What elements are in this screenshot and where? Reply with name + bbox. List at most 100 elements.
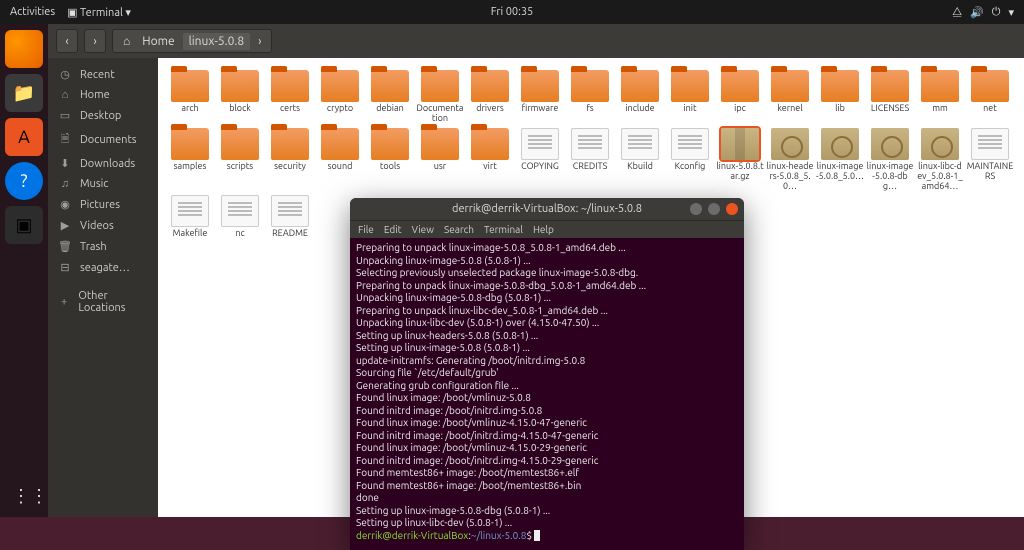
txt-icon xyxy=(671,128,709,160)
caret-down-icon[interactable]: ▾ xyxy=(1008,6,1014,19)
deb-icon xyxy=(871,128,909,160)
home-icon[interactable]: ⌂ xyxy=(119,34,134,48)
menu-view[interactable]: View xyxy=(412,224,434,235)
menu-edit[interactable]: Edit xyxy=(384,224,402,235)
file-item[interactable]: sound xyxy=(316,128,364,192)
menu-help[interactable]: Help xyxy=(533,224,554,235)
file-item[interactable]: samples xyxy=(166,128,214,192)
breadcrumb-current[interactable]: linux-5.0.8 xyxy=(183,33,250,50)
file-item[interactable]: tools xyxy=(366,128,414,192)
file-item[interactable]: linux-5.0.8.tar.gz xyxy=(716,128,764,192)
txt-icon xyxy=(621,128,659,160)
file-item[interactable]: mm xyxy=(916,70,964,124)
file-label: crypto xyxy=(327,104,353,114)
file-item[interactable]: Documentation xyxy=(416,70,464,124)
file-item[interactable]: arch xyxy=(166,70,214,124)
file-item[interactable]: MAINTAINERS xyxy=(966,128,1014,192)
file-item[interactable]: linux-headers-5.0.8_5.0… xyxy=(766,128,814,192)
sidebar-item-trash[interactable]: 🗑Trash xyxy=(48,236,158,257)
file-item[interactable]: net xyxy=(966,70,1014,124)
clock[interactable]: Fri 00:35 xyxy=(491,6,533,18)
file-item[interactable]: linux-libc-dev_5.0.8-1_amd64… xyxy=(916,128,964,192)
file-item[interactable]: include xyxy=(616,70,664,124)
sidebar-item-pictures[interactable]: ◉Pictures xyxy=(48,194,158,215)
file-item[interactable]: crypto xyxy=(316,70,364,124)
folder-icon xyxy=(271,128,309,160)
window-close-button[interactable] xyxy=(726,203,738,215)
file-label: net xyxy=(983,104,997,114)
file-item[interactable]: Kconfig xyxy=(666,128,714,192)
file-label: Kconfig xyxy=(675,162,706,172)
menu-search[interactable]: Search xyxy=(444,224,474,235)
folder-icon xyxy=(821,70,859,102)
folder-icon xyxy=(771,70,809,102)
sidebar-item-recent[interactable]: ◷Recent xyxy=(48,64,158,85)
file-item[interactable]: README xyxy=(266,195,314,239)
breadcrumb-home[interactable]: Home xyxy=(138,35,178,48)
file-item[interactable]: CREDITS xyxy=(566,128,614,192)
power-icon[interactable]: ⏻ xyxy=(992,6,1001,19)
file-item[interactable]: security xyxy=(266,128,314,192)
file-item[interactable]: certs xyxy=(266,70,314,124)
dock-firefox[interactable] xyxy=(5,30,43,68)
file-item[interactable]: linux-image-5.0.8-dbg… xyxy=(866,128,914,192)
txt-icon xyxy=(521,128,559,160)
file-item[interactable]: debian xyxy=(366,70,414,124)
file-item[interactable]: firmware xyxy=(516,70,564,124)
sidebar-other-locations[interactable]: + Other Locations xyxy=(48,286,158,318)
sidebar-item-desktop[interactable]: ▭Desktop xyxy=(48,105,158,126)
file-item[interactable]: linux-image-5.0.8_5.0… xyxy=(816,128,864,192)
file-item[interactable]: virt xyxy=(466,128,514,192)
file-item[interactable]: nc xyxy=(216,195,264,239)
gnome-topbar: Activities ▣ Terminal ▾ Fri 00:35 ⧋ 🔊 ⏻ … xyxy=(0,0,1024,24)
file-item[interactable]: COPYING xyxy=(516,128,564,192)
file-item[interactable]: Makefile xyxy=(166,195,214,239)
breadcrumb[interactable]: ⌂ Home linux-5.0.8 › xyxy=(112,29,272,53)
file-item[interactable]: fs xyxy=(566,70,614,124)
file-item[interactable]: kernel xyxy=(766,70,814,124)
menu-terminal[interactable]: Terminal xyxy=(484,224,523,235)
sidebar-item-downloads[interactable]: ⬇Downloads xyxy=(48,153,158,174)
file-item[interactable]: Kbuild xyxy=(616,128,664,192)
dock-help[interactable]: ? xyxy=(5,162,43,200)
sidebar-item-label: Other Locations xyxy=(78,290,148,314)
app-menu[interactable]: ▣ Terminal ▾ xyxy=(67,6,131,19)
folder-icon xyxy=(371,70,409,102)
file-label: linux-image-5.0.8-dbg… xyxy=(866,162,914,192)
documents-icon: 🗎 xyxy=(58,130,72,149)
dock-files[interactable]: 📁 xyxy=(5,74,43,112)
volume-icon[interactable]: 🔊 xyxy=(970,6,984,19)
file-item[interactable]: scripts xyxy=(216,128,264,192)
network-icon[interactable]: ⧋ xyxy=(952,6,962,19)
sidebar-item-seagate[interactable]: ⊟seagate… xyxy=(48,257,158,278)
file-label: tools xyxy=(380,162,400,172)
menu-file[interactable]: File xyxy=(358,224,374,235)
nav-forward-button[interactable]: › xyxy=(84,29,106,53)
nav-back-button[interactable]: ‹ xyxy=(56,29,78,53)
file-item[interactable]: ipc xyxy=(716,70,764,124)
file-item[interactable]: usr xyxy=(416,128,464,192)
file-item[interactable]: LICENSES xyxy=(866,70,914,124)
file-label: linux-5.0.8.tar.gz xyxy=(716,162,764,182)
file-item[interactable]: lib xyxy=(816,70,864,124)
file-label: COPYING xyxy=(521,162,559,172)
activities-button[interactable]: Activities xyxy=(10,6,55,19)
window-maximize-button[interactable] xyxy=(708,203,720,215)
folder-icon xyxy=(371,128,409,160)
file-label: ipc xyxy=(734,104,746,114)
desktop-icon: ▭ xyxy=(58,109,72,122)
sidebar-item-videos[interactable]: ▶Videos xyxy=(48,215,158,236)
file-item[interactable]: block xyxy=(216,70,264,124)
file-item[interactable]: init xyxy=(666,70,714,124)
terminal-titlebar[interactable]: derrik@derrik-VirtualBox: ~/linux-5.0.8 xyxy=(350,198,744,220)
dock-terminal[interactable]: ▣ xyxy=(5,206,43,244)
sidebar-item-music[interactable]: ♫Music xyxy=(48,174,158,194)
window-minimize-button[interactable] xyxy=(690,203,702,215)
file-label: scripts xyxy=(227,162,253,172)
plus-icon: + xyxy=(58,296,70,308)
dock-software[interactable]: A xyxy=(5,118,43,156)
sidebar-item-home[interactable]: ⌂Home xyxy=(48,85,158,105)
file-item[interactable]: drivers xyxy=(466,70,514,124)
sidebar-item-documents[interactable]: 🗎Documents xyxy=(48,126,158,153)
terminal-output[interactable]: Preparing to unpack linux-image-5.0.8_5.… xyxy=(350,238,744,550)
